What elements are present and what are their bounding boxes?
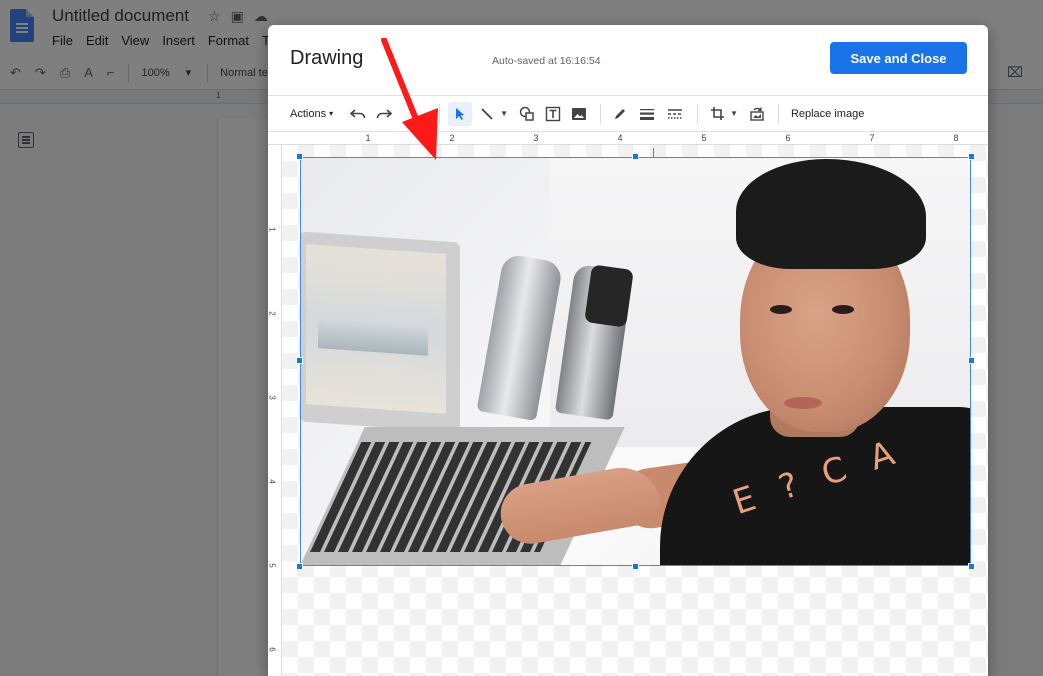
ruler-number: 3	[533, 133, 539, 143]
ruler-number: 3	[268, 395, 277, 400]
line-dash-icon[interactable]	[663, 102, 687, 126]
horizontal-ruler: 1 2 3 4 5 6 7 8	[268, 131, 988, 145]
toolbar-divider	[777, 103, 779, 124]
drawing-dialog: Drawing Auto-saved at 16:16:54 Save and …	[268, 25, 988, 676]
ruler-number: 6	[268, 647, 277, 652]
ruler-number: 1	[365, 133, 371, 143]
save-and-close-button[interactable]: Save and Close	[830, 42, 967, 74]
redo-icon[interactable]	[373, 102, 395, 126]
crop-icon[interactable]	[706, 102, 728, 126]
actions-menu[interactable]: Actions	[290, 102, 333, 126]
shape-icon[interactable]	[516, 102, 538, 126]
ruler-number: 5	[268, 563, 277, 568]
ruler-number: 5	[701, 133, 707, 143]
line-icon[interactable]	[476, 102, 498, 126]
inserted-photo[interactable]: E ? C A	[300, 157, 971, 566]
crop-chevron-down-icon[interactable]: ▼	[730, 109, 738, 118]
pen-icon[interactable]	[609, 102, 631, 126]
line-chevron-down-icon[interactable]: ▼	[500, 109, 508, 118]
toolbar-divider	[439, 103, 441, 124]
textbox-icon[interactable]	[542, 102, 564, 126]
ruler-number: 4	[617, 133, 623, 143]
replace-image-button[interactable]: Replace image	[791, 102, 864, 126]
dialog-title: Drawing	[290, 47, 364, 69]
vertical-ruler: 1 2 3 4 5 6	[268, 145, 282, 676]
autosave-status: Auto-saved at 16:16:54	[492, 55, 601, 67]
ruler-number: 8	[953, 133, 959, 143]
drawing-canvas[interactable]: E ? C A	[282, 145, 988, 676]
reset-image-icon[interactable]	[746, 102, 768, 126]
ruler-number: 4	[268, 479, 277, 484]
toolbar-divider	[600, 103, 602, 124]
cursor-icon[interactable]	[448, 101, 473, 126]
ruler-number: 2	[449, 133, 455, 143]
line-weight-icon[interactable]	[635, 102, 659, 126]
ruler-number: 6	[785, 133, 791, 143]
ruler-number: 7	[869, 133, 875, 143]
undo-icon[interactable]	[347, 102, 369, 126]
ruler-number: 1	[268, 227, 277, 232]
toolbar-divider	[697, 103, 699, 124]
ruler-number: 2	[268, 311, 277, 316]
image-icon[interactable]	[568, 102, 590, 126]
drawing-toolbar: Actions ▼	[268, 95, 988, 131]
